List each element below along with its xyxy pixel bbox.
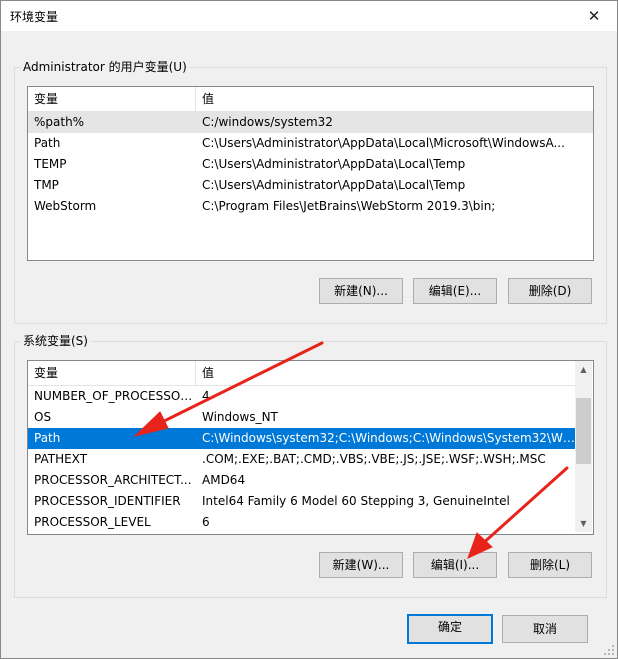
variable-value: AMD64 xyxy=(202,473,246,487)
table-row[interactable]: PROCESSOR_IDENTIFIER Intel64 Family 6 Mo… xyxy=(28,491,575,512)
table-row[interactable]: TEMP C:\Users\Administrator\AppData\Loca… xyxy=(28,154,593,175)
system-edit-button[interactable]: 编辑(I)... xyxy=(413,552,497,578)
variable-name: TMP xyxy=(34,178,59,192)
system-new-button[interactable]: 新建(W)... xyxy=(319,552,403,578)
variable-value: .COM;.EXE;.BAT;.CMD;.VBS;.VBE;.JS;.JSE;.… xyxy=(202,452,546,466)
scrollbar-thumb[interactable] xyxy=(576,398,591,464)
user-edit-button[interactable]: 编辑(E)... xyxy=(413,278,497,304)
window-title: 环境变量 xyxy=(10,10,59,24)
variable-name: PROCESSOR_IDENTIFIER xyxy=(34,494,181,508)
variable-value: Intel64 Family 6 Model 60 Stepping 3, Ge… xyxy=(202,494,510,508)
variable-value: 4 xyxy=(202,389,210,403)
column-header-variable[interactable]: 变量 xyxy=(28,361,196,385)
system-list-header: 变量 值 xyxy=(28,361,575,386)
table-row[interactable]: PROCESSOR_ARCHITECT... AMD64 xyxy=(28,470,575,491)
variable-name: Path xyxy=(34,136,61,150)
column-header-variable[interactable]: 变量 xyxy=(28,87,196,111)
column-header-value[interactable]: 值 xyxy=(196,361,214,385)
system-delete-button[interactable]: 删除(L) xyxy=(508,552,592,578)
user-list-header: 变量 值 xyxy=(28,87,593,112)
variable-name: OS xyxy=(34,410,52,424)
table-row[interactable]: PATHEXT .COM;.EXE;.BAT;.CMD;.VBS;.VBE;.J… xyxy=(28,449,575,470)
variable-name: PROCESSOR_LEVEL xyxy=(34,515,151,529)
variable-value: C:\Users\Administrator\AppData\Local\Tem… xyxy=(202,157,466,171)
close-icon[interactable]: ✕ xyxy=(571,1,617,31)
user-variables-list[interactable]: 变量 值 %path% C:/windows/system32 Path C:\… xyxy=(27,86,594,261)
system-variables-label: 系统变量(S) xyxy=(20,334,91,348)
user-delete-button[interactable]: 删除(D) xyxy=(508,278,592,304)
vertical-scrollbar[interactable]: ▲ ▼ xyxy=(575,361,592,532)
variable-name: PROCESSOR_ARCHITECT... xyxy=(34,473,192,487)
table-row[interactable]: OS Windows_NT xyxy=(28,407,575,428)
variable-value: C:/windows/system32 xyxy=(202,115,333,129)
variable-name: PATHEXT xyxy=(34,452,88,466)
variable-value: C:\Users\Administrator\AppData\Local\Mic… xyxy=(202,136,565,150)
table-row[interactable]: %path% C:/windows/system32 xyxy=(28,112,593,133)
user-new-button[interactable]: 新建(N)... xyxy=(319,278,403,304)
table-row[interactable]: Path C:\Users\Administrator\AppData\Loca… xyxy=(28,133,593,154)
ok-button[interactable]: 确定 xyxy=(407,614,493,644)
table-row-selected[interactable]: Path C:\Windows\system32;C:\Windows;C:\W… xyxy=(28,428,575,449)
table-row[interactable]: TMP C:\Users\Administrator\AppData\Local… xyxy=(28,175,593,196)
system-variables-list[interactable]: 变量 值 NUMBER_OF_PROCESSORS 4 OS Windows_N… xyxy=(27,360,594,535)
table-row[interactable]: WebStorm C:\Program Files\JetBrains\WebS… xyxy=(28,196,593,217)
variable-value: C:\Program Files\JetBrains\WebStorm 2019… xyxy=(202,199,496,213)
resize-grip-icon[interactable] xyxy=(603,644,615,656)
cancel-button[interactable]: 取消 xyxy=(502,615,588,643)
variable-value: 6 xyxy=(202,515,210,529)
title-bar: 环境变量 ✕ xyxy=(1,1,617,31)
variable-value: C:\Users\Administrator\AppData\Local\Tem… xyxy=(202,178,466,192)
variable-value: Windows_NT xyxy=(202,410,278,424)
environment-variables-dialog: 环境变量 ✕ Administrator 的用户变量(U) 变量 值 %path… xyxy=(0,0,618,659)
variable-name: WebStorm xyxy=(34,199,97,213)
variable-name: NUMBER_OF_PROCESSORS xyxy=(34,389,196,403)
variable-name: %path% xyxy=(34,115,85,129)
user-variables-label: Administrator 的用户变量(U) xyxy=(20,60,190,74)
variable-name: TEMP xyxy=(34,157,67,171)
variable-value: C:\Windows\system32;C:\Windows;C:\Window… xyxy=(202,431,575,445)
column-header-value[interactable]: 值 xyxy=(196,87,214,111)
table-row[interactable]: NUMBER_OF_PROCESSORS 4 xyxy=(28,386,575,407)
scroll-up-arrow-icon[interactable]: ▲ xyxy=(575,361,592,378)
scroll-down-arrow-icon[interactable]: ▼ xyxy=(575,515,592,532)
variable-name: Path xyxy=(34,431,61,445)
table-row[interactable]: PROCESSOR_LEVEL 6 xyxy=(28,512,575,533)
